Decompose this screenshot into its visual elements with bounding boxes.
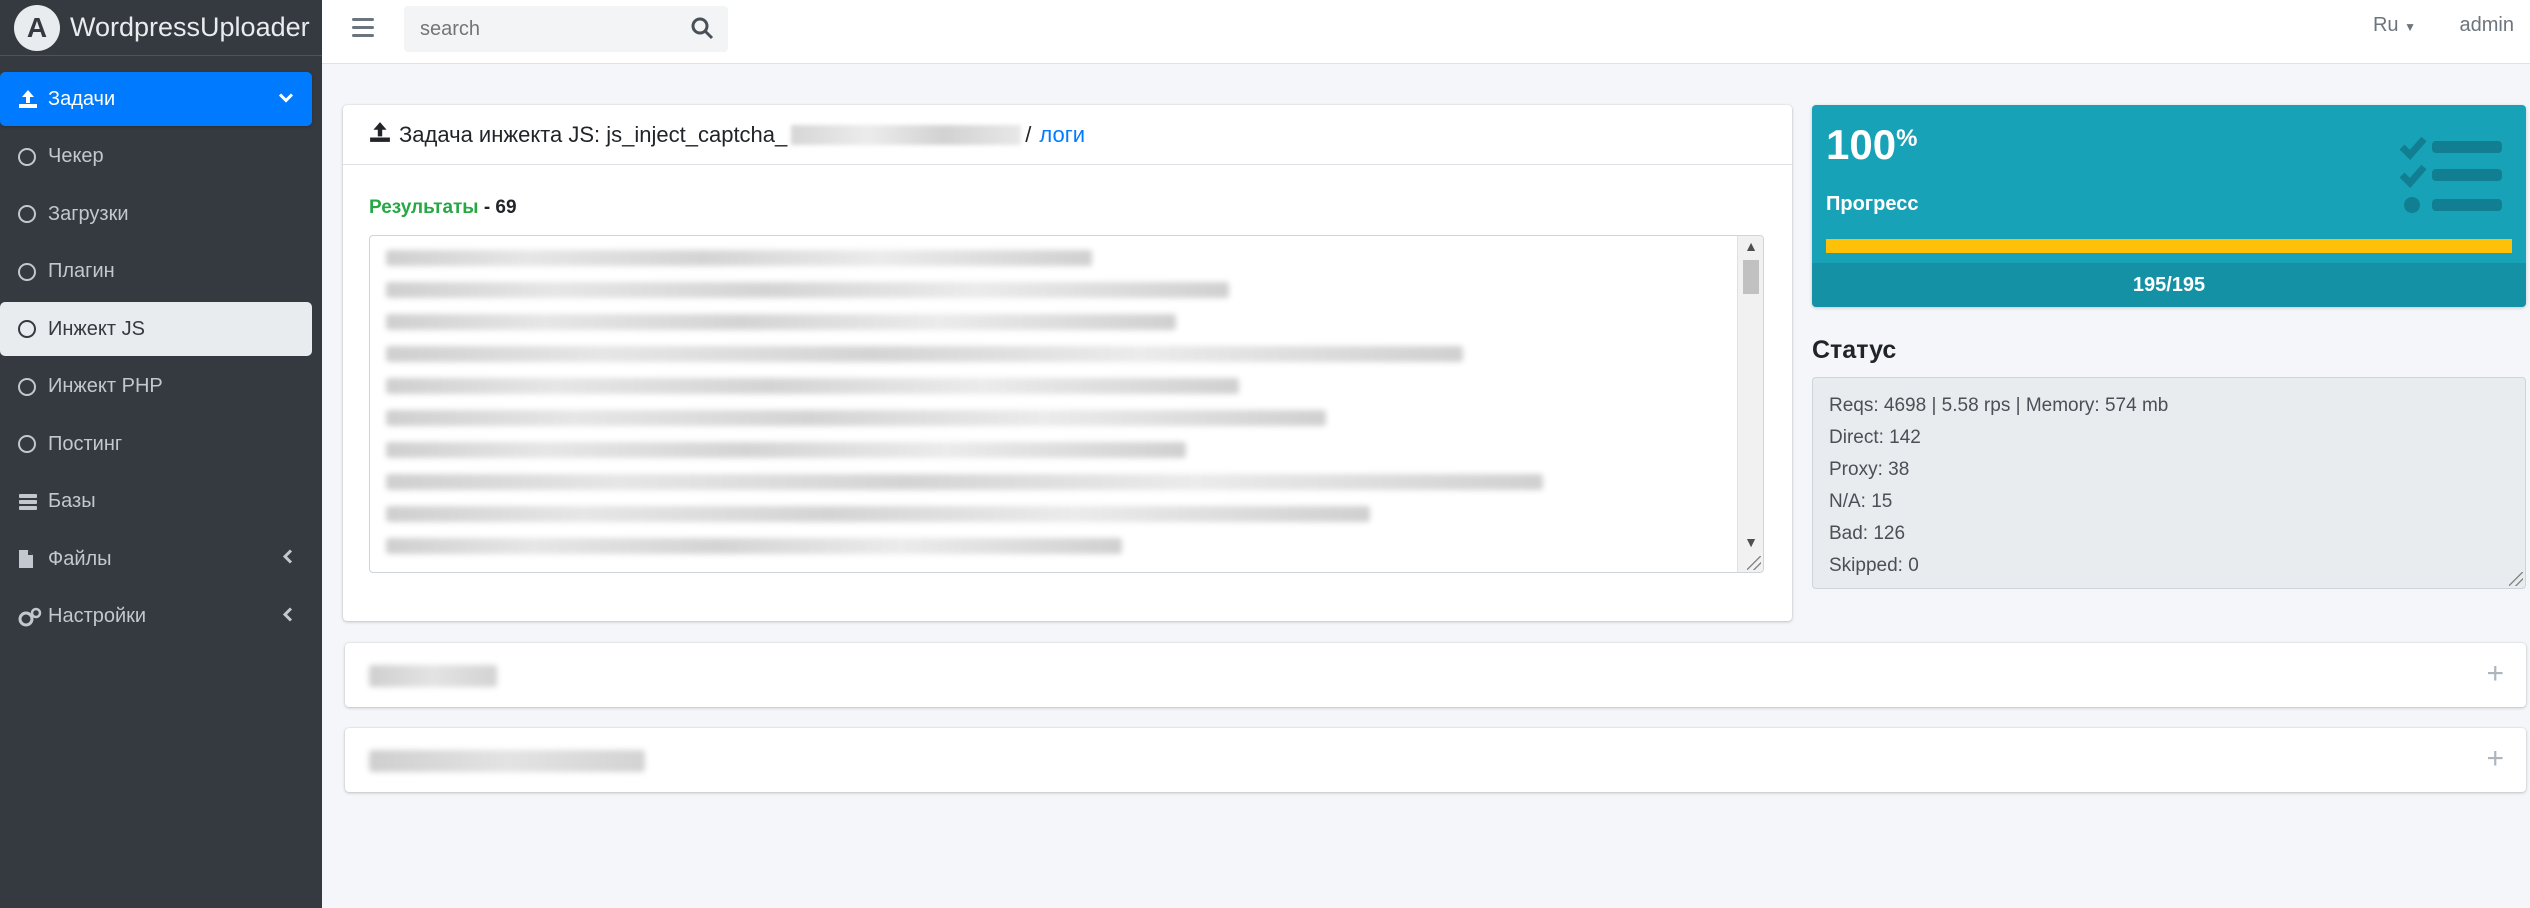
sidebar-item-settings[interactable]: Настройки [0, 590, 312, 644]
sidebar-item-label: Загрузки [48, 202, 129, 225]
chevron-left-icon [282, 549, 294, 570]
task-header: Задача инжекта JS: js_inject_captcha_ / … [343, 105, 1792, 165]
search-form [404, 6, 728, 52]
status-line: Skipped: 0 [1829, 555, 1919, 576]
circle-icon [18, 320, 42, 338]
progress-counter: 195/195 [1812, 263, 2526, 307]
collapsed-card-2[interactable]: + [345, 728, 2526, 792]
status-title: Статус [1812, 336, 1897, 364]
language-dropdown[interactable]: Ru ▼ [2373, 14, 2416, 37]
upload-icon [18, 89, 42, 109]
progress-percent-value: 100 [1826, 121, 1897, 168]
progress-card: 100% Прогресс 195/195 [1812, 105, 2526, 307]
circle-icon [18, 205, 42, 223]
sidebar-item-files[interactable]: Файлы [0, 532, 312, 586]
task-card: Задача инжекта JS: js_inject_captcha_ / … [343, 105, 1792, 621]
sidebar-item-posting[interactable]: Постинг [0, 417, 312, 471]
sidebar-item-label: Постинг [48, 432, 123, 455]
scroll-down-icon[interactable]: ▼ [1738, 534, 1763, 550]
search-input[interactable] [404, 17, 674, 41]
percent-sign: % [1896, 125, 1918, 152]
language-label: Ru [2372, 14, 2399, 36]
sidebar-item-label: Инжект PHP [48, 375, 163, 397]
redacted-card-title [369, 750, 645, 772]
sidebar: A WordpressUploader Задачи Чекер Загрузк… [0, 0, 322, 908]
status-textarea[interactable]: Reqs: 4698 | 5.58 rps | Memory: 574 mb D… [1812, 377, 2526, 589]
circle-icon [18, 435, 42, 453]
progress-bar [1826, 239, 2512, 253]
circle-icon [18, 262, 42, 281]
search-icon[interactable] [690, 16, 716, 42]
sidebar-item-tasks[interactable]: Задачи [0, 72, 312, 126]
circle-icon [18, 147, 42, 166]
topbar: Ru ▼ admin [322, 0, 2530, 64]
logs-link[interactable]: логи [1039, 122, 1085, 148]
chevron-down-icon [278, 89, 294, 110]
sidebar-item-label: Базы [48, 490, 96, 512]
cogs-icon [18, 607, 42, 627]
progress-bar-fill [1826, 239, 2512, 253]
status-line: N/A: 15 [1829, 491, 1893, 512]
results-label: Результаты [369, 197, 479, 218]
sidebar-item-label: Плагин [48, 260, 115, 282]
task-title: Задача инжекта JS: js_inject_captcha_ [399, 121, 788, 147]
status-line: Reqs: 4698 | 5.58 rps | Memory: 574 mb [1829, 395, 2169, 416]
progress-label: Прогресс [1826, 193, 1919, 215]
sidebar-item-uploads[interactable]: Загрузки [0, 187, 312, 241]
status-line: Proxy: 38 [1829, 459, 1910, 480]
results-textarea[interactable]: ▲ ▼ [369, 235, 1764, 573]
caret-down-icon: ▼ [2404, 20, 2416, 34]
title-separator: / [1025, 121, 1032, 147]
sidebar-item-label: Задачи [48, 87, 116, 110]
sidebar-item-databases[interactable]: Базы [0, 475, 312, 529]
sidebar-item-label: Инжект JS [48, 317, 145, 340]
user-menu[interactable]: admin [2460, 14, 2514, 37]
redacted-card-title [369, 665, 497, 687]
redacted-results-content [370, 236, 1763, 554]
chevron-left-icon [282, 606, 294, 627]
sidebar-item-inject-php[interactable]: Инжект PHP [0, 360, 312, 414]
sidebar-nav: Задачи Чекер Загрузки Плагин Инжект JS И… [0, 56, 322, 644]
sidebar-item-inject-js[interactable]: Инжект JS [0, 302, 312, 356]
status-line: Bad: 126 [1829, 523, 1906, 544]
results-count: - 69 [483, 197, 517, 218]
menu-toggle-icon[interactable] [352, 18, 374, 42]
brand-logo-icon: A [14, 4, 60, 51]
sidebar-item-label: Чекер [48, 145, 104, 167]
redacted-task-id [791, 124, 1022, 145]
expand-plus-icon[interactable]: + [2486, 742, 2504, 776]
collapsed-card-1[interactable]: + [345, 643, 2526, 707]
tasks-icon [2398, 133, 2508, 226]
sidebar-item-plugin[interactable]: Плагин [0, 245, 312, 299]
brand-link[interactable]: A WordpressUploader [0, 0, 322, 56]
circle-icon [18, 377, 42, 396]
results-heading: Результаты - 69 [369, 197, 517, 219]
database-icon [18, 493, 42, 511]
sidebar-item-label: Файлы [48, 547, 112, 570]
resize-handle[interactable] [1747, 556, 1761, 570]
brand-name: WordpressUploader [70, 12, 310, 42]
sidebar-item-checker[interactable]: Чекер [0, 130, 312, 184]
resize-handle[interactable] [2509, 572, 2523, 586]
expand-plus-icon[interactable]: + [2486, 657, 2504, 691]
file-icon [18, 549, 42, 569]
progress-percent: 100% [1826, 121, 1917, 169]
scroll-up-icon[interactable]: ▲ [1738, 238, 1763, 254]
status-line: Direct: 142 [1829, 427, 1921, 448]
upload-icon [369, 121, 391, 149]
scrollbar-thumb[interactable] [1743, 260, 1759, 294]
sidebar-item-label: Настройки [48, 605, 147, 627]
results-scrollbar[interactable]: ▲ ▼ [1737, 236, 1763, 572]
